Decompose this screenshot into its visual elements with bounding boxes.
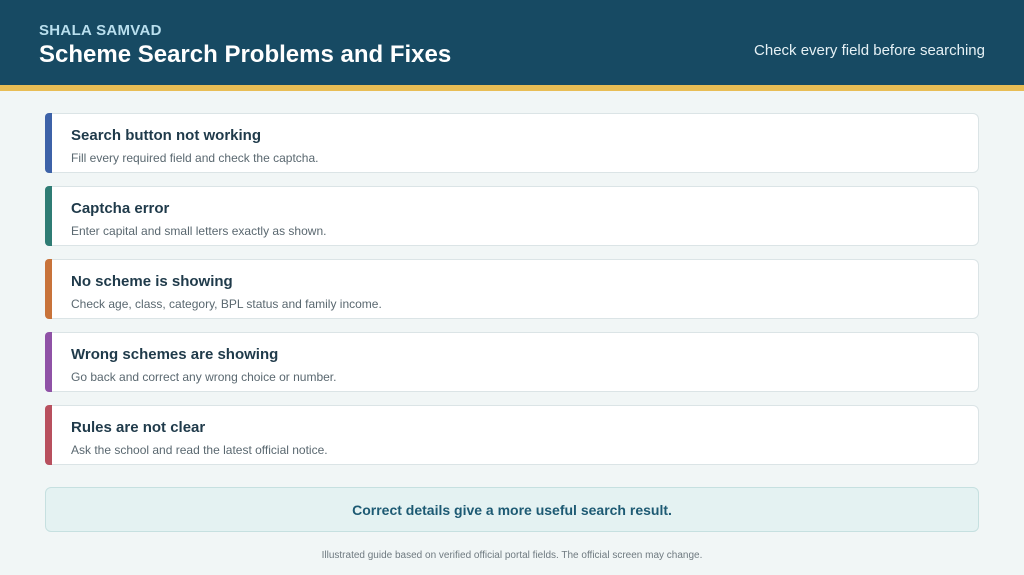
card-color-stripe [45,186,52,246]
problem-list: Search button not working Fill every req… [45,113,979,478]
page-header: SHALA SAMVAD Scheme Search Problems and … [0,0,1024,85]
card-description: Ask the school and read the latest offic… [71,443,328,457]
header-accent-bar [0,85,1024,91]
footer-disclaimer: Illustrated guide based on verified offi… [321,550,703,561]
problem-card-captcha: Captcha error Enter capital and small le… [45,186,979,246]
problem-card-no-scheme: No scheme is showing Check age, class, c… [45,259,979,319]
card-color-stripe [45,405,52,465]
card-description: Enter capital and small letters exactly … [71,224,327,238]
card-title: Rules are not clear [71,419,206,436]
brand-name: SHALA SAMVAD [39,22,162,39]
card-color-stripe [45,113,52,173]
tip-text: Correct details give a more useful searc… [352,501,672,518]
card-title: Captcha error [71,200,170,217]
problem-card-wrong-schemes: Wrong schemes are showing Go back and co… [45,332,979,392]
card-description: Go back and correct any wrong choice or … [71,370,337,384]
card-title: No scheme is showing [71,273,233,290]
tip-banner: Correct details give a more useful searc… [45,487,979,532]
problem-card-rules: Rules are not clear Ask the school and r… [45,405,979,465]
header-hint: Check every field before searching [754,42,985,59]
card-title: Search button not working [71,127,261,144]
card-title: Wrong schemes are showing [71,346,279,363]
card-description: Check age, class, category, BPL status a… [71,297,382,311]
problem-card-search-button: Search button not working Fill every req… [45,113,979,173]
card-description: Fill every required field and check the … [71,151,319,165]
card-color-stripe [45,332,52,392]
card-color-stripe [45,259,52,319]
page-title: Scheme Search Problems and Fixes [39,41,452,68]
